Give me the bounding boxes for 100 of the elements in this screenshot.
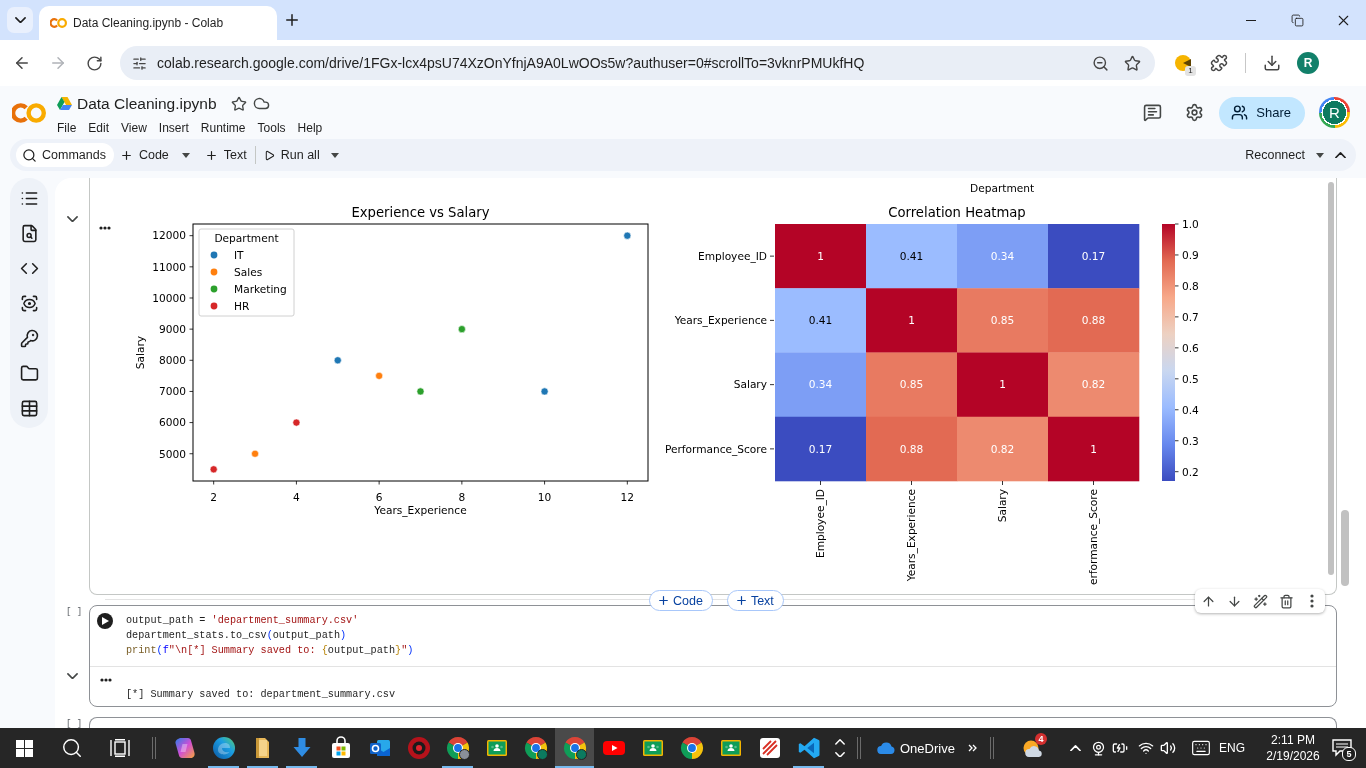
notifications-button[interactable]: 5 <box>1324 728 1360 768</box>
add-code-button[interactable]: Code <box>115 143 173 167</box>
legend-label: Sales <box>234 265 263 278</box>
tick-label: Years_Experience <box>905 489 918 582</box>
menu-item[interactable]: Help <box>291 119 329 136</box>
chrome-icon <box>445 736 470 760</box>
play-icon <box>263 149 275 161</box>
tick-label: 1.0 <box>1182 217 1199 230</box>
insert-code-button[interactable]: Code <box>649 590 713 611</box>
commands-button[interactable]: Commands <box>16 143 114 167</box>
cell-value: 0.85 <box>990 314 1015 327</box>
axis-label: Years_Experience <box>374 504 467 516</box>
profile-button[interactable]: R <box>1290 45 1326 81</box>
chart-title: Experience vs Salary <box>351 204 490 220</box>
onedrive-toolbar-button[interactable]: OneDrive <box>866 728 961 768</box>
caret-icon <box>330 152 339 158</box>
execution-count: [ ] <box>66 607 83 617</box>
weather-button[interactable]: 4 <box>1018 728 1048 768</box>
chevron-up-icon <box>1069 744 1081 752</box>
favicon-icon <box>50 18 67 28</box>
play-icon <box>101 617 109 625</box>
menu-item[interactable]: Tools <box>251 119 292 136</box>
run-all-button[interactable]: Run all <box>259 143 324 167</box>
tick-label: erformance_Score <box>1087 489 1100 586</box>
caret-icon <box>181 152 190 158</box>
speech-bubble-icon <box>1332 739 1352 757</box>
notebook-title[interactable]: Data Cleaning.ipynb <box>77 94 217 113</box>
drawing-app-icon <box>757 736 782 760</box>
cloud-icon <box>253 95 271 112</box>
reload-icon <box>85 54 103 72</box>
execution-count: [ ] <box>66 719 83 728</box>
insert-text-button[interactable]: Text <box>726 590 784 611</box>
clock-date[interactable]: 2/19/2026 <box>1266 748 1320 764</box>
browser-tab[interactable]: Data Cleaning.ipynb - Colab <box>39 6 277 40</box>
chevron-up-icon[interactable] <box>835 738 845 745</box>
more-icon[interactable] <box>100 678 112 682</box>
search-icon <box>61 737 83 759</box>
reconnect-button[interactable]: Reconnect <box>1241 143 1309 167</box>
more-vertical-icon <box>1310 594 1314 608</box>
cell-value: 0.88 <box>1081 314 1106 327</box>
round-emblem-icon <box>406 736 431 760</box>
chart-title: Correlation Heatmap <box>888 204 1026 220</box>
tick-label: 2 <box>210 491 218 503</box>
scrollbar-thumb[interactable] <box>1328 182 1334 575</box>
cell-value: 0.17 <box>808 442 833 455</box>
tick-label: 0.8 <box>1182 279 1199 292</box>
extension-button[interactable]: 1 <box>1165 45 1201 81</box>
chevron-down-icon[interactable] <box>67 673 78 680</box>
address-bar[interactable]: colab.research.google.com/drive/1FGx-lcx4psU74XzOnYfnjA9A0LwOOs5w?authuser=0#scrollTo=3vknrPMUkfHQ <box>120 46 1155 80</box>
tick-label: 8000 <box>159 354 186 367</box>
profile-avatar: R <box>1297 52 1319 74</box>
clock-time[interactable]: 2:11 PM <box>1271 732 1315 748</box>
windows-icon <box>15 739 33 757</box>
input-language-button[interactable]: ENG <box>1216 728 1248 768</box>
tab-list-button[interactable] <box>7 7 33 33</box>
cell-value: 1 <box>999 378 1006 391</box>
plus-icon <box>657 594 670 607</box>
cell-value: 0.34 <box>990 249 1015 262</box>
run-cell-button[interactable] <box>97 613 113 629</box>
comment-icon <box>1142 103 1162 122</box>
cell-value: 0.17 <box>1081 249 1106 262</box>
cell-value: 0.41 <box>899 249 924 262</box>
tick-label: Employee_ID <box>697 249 767 262</box>
sliders-icon <box>131 55 147 71</box>
menu-item[interactable]: Runtime <box>194 119 252 136</box>
account-avatar[interactable]: R <box>1319 97 1350 128</box>
chevron-down-icon[interactable] <box>67 216 78 223</box>
menu-item[interactable]: Insert <box>152 119 195 136</box>
document-search-icon <box>19 223 39 243</box>
code-editor-icon <box>796 736 821 760</box>
key-icon <box>19 328 39 348</box>
scrollbar-thumb[interactable] <box>1341 510 1349 586</box>
tick-label: 6 <box>375 491 383 503</box>
cell-value: 0.41 <box>808 314 833 327</box>
code-line: department_stats.to_csv(output_path) <box>126 629 348 643</box>
wifi-icon <box>1138 740 1154 756</box>
chart-label: Department <box>970 181 1035 194</box>
zoom-out-icon <box>1091 54 1109 72</box>
cell-value: 1 <box>817 249 824 262</box>
plus-icon <box>734 594 748 607</box>
share-button[interactable]: Share <box>1219 96 1305 129</box>
tick-label: 10 <box>537 491 552 503</box>
cell-value: 0.85 <box>899 378 924 391</box>
tick-label: 0.9 <box>1182 248 1199 261</box>
cell-value: 1 <box>1090 442 1097 455</box>
chrome-icon <box>562 736 587 760</box>
count-badge: 5 <box>1342 747 1356 761</box>
tick-label: 7000 <box>159 385 186 398</box>
legend-title: Department <box>214 232 279 244</box>
add-text-button[interactable]: Text <box>200 143 251 167</box>
url-text[interactable]: colab.research.google.com/drive/1FGx-lcx4psU74XzOnYfnjA9A0LwOOs5w?authuser=0#scrollTo=3vknrPMUkfHQ <box>157 55 1086 71</box>
menu-item[interactable]: Edit <box>82 119 116 136</box>
tick-label: 0.2 <box>1182 465 1199 478</box>
menu-item[interactable]: File <box>51 119 83 136</box>
more-icon[interactable] <box>99 226 111 230</box>
puzzle-icon <box>1210 54 1228 72</box>
tick-label: Employee_ID <box>814 489 827 559</box>
legend-label: HR <box>234 299 250 312</box>
edge-icon <box>211 736 236 760</box>
menu-item[interactable]: View <box>115 119 153 136</box>
